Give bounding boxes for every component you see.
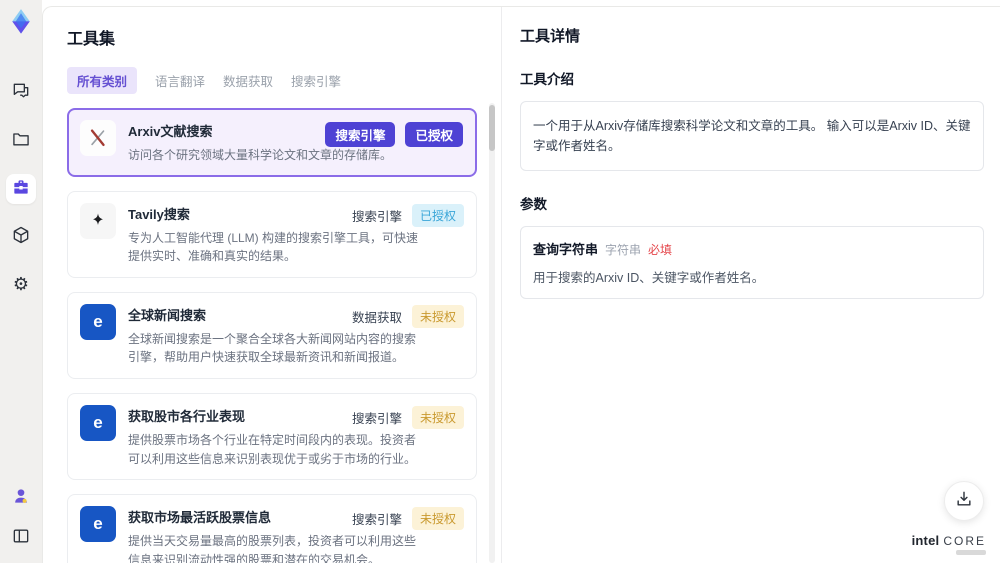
intro-heading: 工具介绍 [520, 72, 574, 87]
tool-description: 提供当天交易量最高的股票列表，投资者可以利用这些信息来识别流动性强的股票和潜在的… [128, 534, 417, 563]
sidebar-item-chat[interactable] [6, 78, 36, 108]
tool-category-badge: 搜索引擎 [325, 122, 396, 147]
tavily-tool-icon [80, 202, 116, 239]
sidebar: ⚙ [0, 0, 42, 563]
tool-category-badge: 搜索引擎 [351, 513, 402, 528]
main-surface: 工具集 所有类别 语言翻译 数据获取 搜索引擎 Arxiv文献搜索 访问各个研究领域大… [42, 6, 1000, 563]
core-wordmark: CORE [943, 534, 986, 548]
tools-panel: 工具集 所有类别 语言翻译 数据获取 搜索引擎 Arxiv文献搜索 访问各个研究领域大… [43, 7, 501, 563]
parameter-description: 用于搜索的Arxiv ID、关键字或作者姓名。 [533, 271, 765, 285]
scrollbar-track[interactable] [489, 103, 495, 563]
details-title: 工具详情 [520, 28, 581, 45]
sidebar-item-folder[interactable] [6, 126, 36, 156]
app-logo [7, 8, 35, 36]
tool-auth-badge: 已授权 [411, 203, 464, 227]
tool-category-badge: 搜索引擎 [351, 411, 402, 426]
tool-category-badge: 搜索引擎 [351, 209, 402, 224]
download-button[interactable] [944, 481, 984, 521]
tool-card[interactable]: Tavily搜索 专为人工智能代理 (LLM) 构建的搜索引擎工具，可快速提供实… [67, 190, 477, 278]
app-root: ⚙ 工具集 所有类别 语言翻译 数据获取 搜索引擎 Arxiv文献搜索 访问各个研究领… [0, 0, 1000, 563]
tab-category[interactable]: 搜索引擎 [291, 67, 341, 94]
scrollbar-thumb[interactable] [489, 105, 495, 151]
tool-description: 专为人工智能代理 (LLM) 构建的搜索引擎工具，可快速提供实时、准确和真实的结… [128, 230, 419, 264]
tool-auth-badge: 已授权 [405, 122, 463, 147]
tool-description: 全球新闻搜索是一个聚合全球各大新闻网站内容的搜索引擎，帮助用户快速获取全球最新资… [128, 331, 417, 365]
parameter-type: 字符串 [605, 243, 642, 257]
tool-card[interactable]: e 获取股市各行业表现 提供股票市场各个行业在特定时间段内的表现。投资者可以利用… [67, 392, 477, 481]
page-title: 工具集 [67, 31, 116, 48]
parameter-name: 查询字符串 [533, 242, 599, 257]
tool-category-badge: 数据获取 [351, 310, 402, 325]
tool-description: 访问各个研究领域大量科学论文和文章的存储库。 [128, 148, 393, 162]
tool-description: 提供股票市场各个行业在特定时间段内的表现。投资者可以利用这些信息来识别表现优于或… [128, 432, 417, 466]
sidebar-item-panel-toggle[interactable] [6, 523, 36, 553]
intel-wordmark: intel [911, 533, 940, 548]
tool-auth-badge: 未授权 [411, 304, 464, 328]
tool-auth-badge: 未授权 [411, 507, 464, 531]
tool-auth-badge: 未授权 [411, 405, 464, 429]
intro-text: 一个用于从Arxiv存储库搜索科学论文和文章的工具。 输入可以是Arxiv ID… [520, 101, 984, 171]
tool-list: Arxiv文献搜索 访问各个研究领域大量科学论文和文章的存储库。 搜索引擎 已授… [67, 108, 477, 563]
user-icon [11, 486, 31, 511]
toolbox-icon [11, 177, 31, 202]
parameter-required-badge: 必填 [648, 243, 673, 257]
intel-core-logo: intel CORE [912, 533, 986, 555]
gear-icon: ⚙ [12, 274, 30, 294]
intel-ultra-mark [956, 550, 986, 555]
sidebar-item-user[interactable] [6, 483, 36, 513]
cube-icon [11, 225, 31, 250]
panel-toggle-icon [11, 526, 31, 551]
parameter-card: 查询字符串 字符串 必填 用于搜索的Arxiv ID、关键字或作者姓名。 [520, 226, 984, 299]
tool-details-panel: 工具详情 工具介绍 一个用于从Arxiv存储库搜索科学论文和文章的工具。 输入可… [501, 7, 1000, 563]
sidebar-item-cube[interactable] [6, 222, 36, 252]
tab-category[interactable]: 所有类别 [67, 67, 138, 94]
arxiv-tool-icon [80, 120, 116, 156]
sidebar-item-gear[interactable]: ⚙ [6, 270, 36, 300]
chat-icon [11, 81, 31, 106]
news-tool-icon: e [80, 506, 116, 543]
news-tool-icon: e [80, 404, 116, 441]
download-icon [954, 489, 974, 514]
tool-card[interactable]: e 全球新闻搜索 全球新闻搜索是一个聚合全球各大新闻网站内容的搜索引擎，帮助用户… [67, 291, 477, 379]
folder-icon [11, 129, 31, 154]
sidebar-item-toolbox[interactable] [6, 174, 36, 204]
tool-card[interactable]: Arxiv文献搜索 访问各个研究领域大量科学论文和文章的存储库。 搜索引擎 已授… [67, 108, 477, 177]
tab-category[interactable]: 语言翻译 [155, 67, 205, 94]
params-heading: 参数 [520, 197, 547, 212]
tool-card[interactable]: e 获取市场最活跃股票信息 提供当天交易量最高的股票列表，投资者可以利用这些信息… [67, 494, 477, 563]
news-tool-icon: e [80, 303, 116, 340]
tab-category[interactable]: 数据获取 [223, 67, 273, 94]
category-tabs: 所有类别 语言翻译 数据获取 搜索引擎 [67, 67, 477, 94]
